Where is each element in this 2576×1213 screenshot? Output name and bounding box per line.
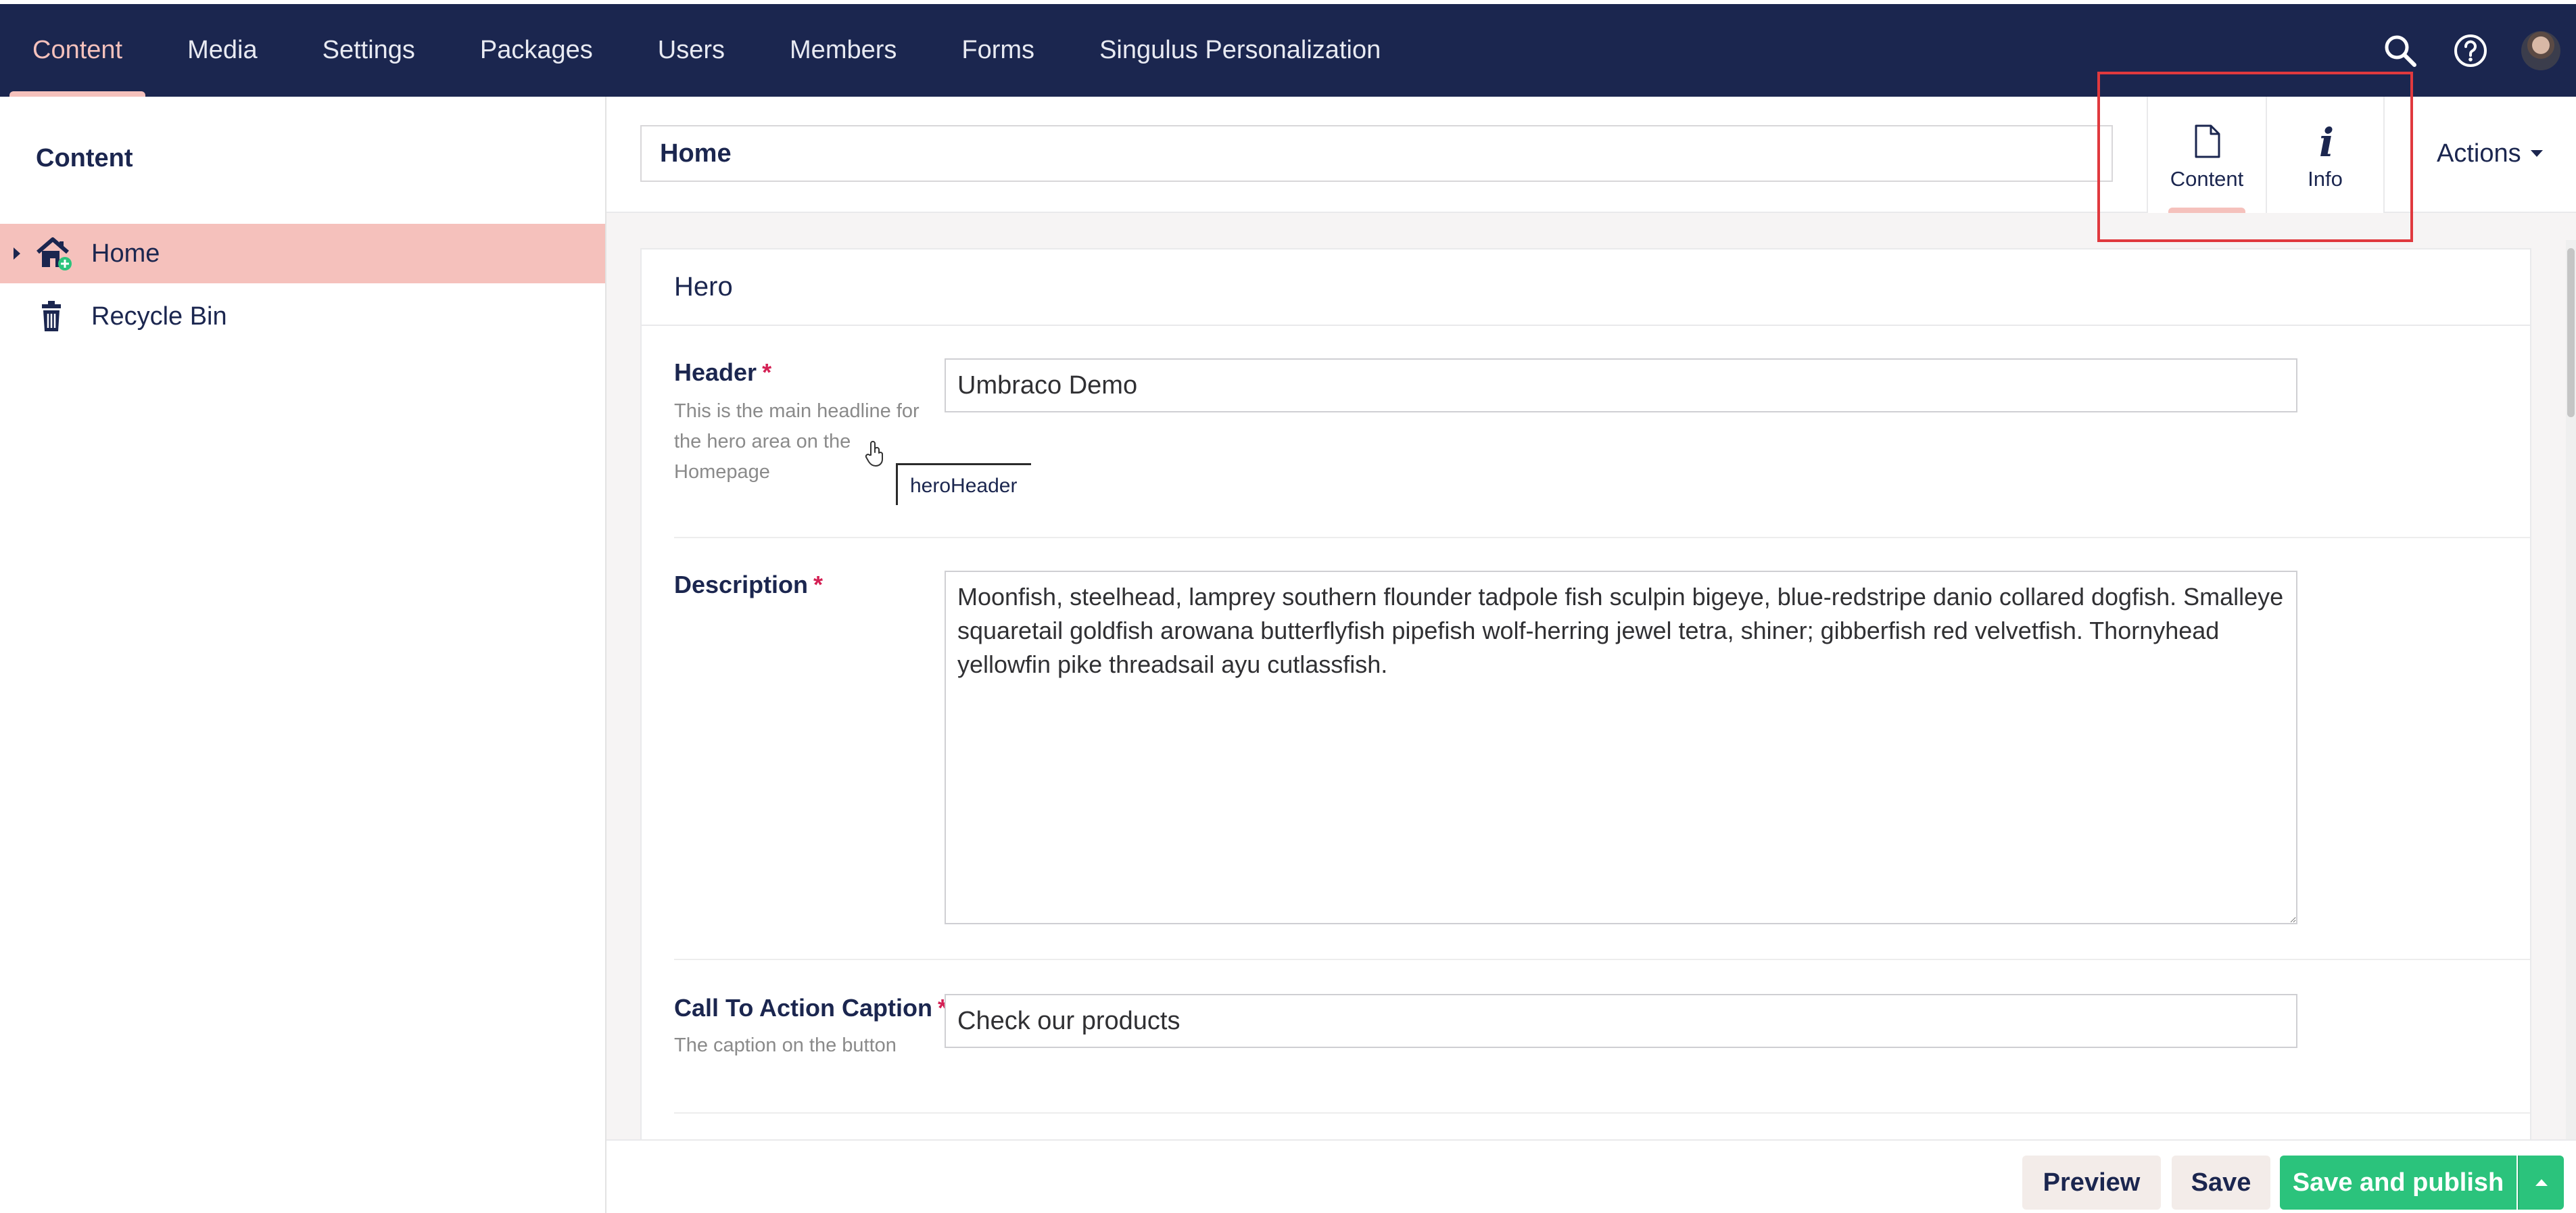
app-tab-info[interactable]: i Info <box>2266 97 2385 213</box>
header-input[interactable] <box>945 358 2297 412</box>
editor-header: Content i Info Actions <box>606 97 2576 213</box>
property-description-field: Description * Moonfish, steelhead, lampre… <box>674 571 2530 960</box>
caret-down-icon <box>2530 150 2543 157</box>
property-divider <box>674 959 2530 960</box>
expand-caret-icon[interactable] <box>14 247 20 260</box>
hand-cursor-icon <box>865 441 883 467</box>
required-marker: * <box>813 571 824 598</box>
app-tab-label: Content <box>2170 167 2244 191</box>
search-button[interactable] <box>2365 4 2435 97</box>
save-button[interactable]: Save <box>2172 1156 2270 1210</box>
property-label: Description * <box>674 571 824 598</box>
property-description: This is the main headline for the hero a… <box>674 400 920 483</box>
app-tab-label: Info <box>2308 167 2343 191</box>
property-header: Header * This is the main headline for th… <box>674 358 2530 538</box>
section-tab-members[interactable]: Members <box>757 4 929 97</box>
property-divider <box>674 1112 2530 1114</box>
header-tools <box>2365 4 2576 97</box>
section-tab-singulus-personalization[interactable]: Singulus Personalization <box>1067 4 1413 97</box>
editor-content-area: Hero Header * This is the main headline f… <box>606 213 2576 1141</box>
tree-item-home[interactable]: Home <box>0 224 605 283</box>
tree-item-label: Recycle Bin <box>91 302 227 331</box>
save-and-publish-button[interactable]: Save and publish <box>2280 1156 2517 1210</box>
section-tabs: Content Media Settings Packages Users Me… <box>0 4 1413 97</box>
property-label: Call To Action Caption * <box>674 994 947 1022</box>
scrollbar-thumb[interactable] <box>2567 248 2575 417</box>
property-divider <box>674 537 2530 538</box>
home-icon <box>37 237 72 270</box>
property-cta-caption: Call To Action Caption * The caption on t… <box>674 994 2530 1129</box>
preview-button[interactable]: Preview <box>2022 1156 2161 1210</box>
app-tab-content[interactable]: Content <box>2147 97 2266 213</box>
user-avatar <box>2521 30 2560 70</box>
caret-up-icon <box>2535 1179 2548 1186</box>
property-label: Header * <box>674 358 772 386</box>
section-tab-media[interactable]: Media <box>155 4 290 97</box>
section-tab-settings[interactable]: Settings <box>290 4 448 97</box>
description-textarea[interactable]: Moonfish, steelhead, lamprey southern fl… <box>945 571 2297 924</box>
editor-footer: Preview Save Save and publish <box>606 1139 2576 1213</box>
publish-options-button[interactable] <box>2518 1156 2564 1210</box>
section-tab-forms[interactable]: Forms <box>929 4 1067 97</box>
help-button[interactable] <box>2435 4 2506 97</box>
group-title: Hero <box>642 249 2530 326</box>
section-tab-packages[interactable]: Packages <box>448 4 625 97</box>
tree-item-label: Home <box>91 239 160 268</box>
actions-dropdown[interactable]: Actions <box>2437 133 2543 174</box>
info-icon: i <box>2318 120 2335 166</box>
property-group-hero: Hero Header * This is the main headline f… <box>640 248 2531 1141</box>
document-icon <box>2191 124 2224 162</box>
section-tab-users[interactable]: Users <box>625 4 757 97</box>
property-alias-tooltip: heroHeader <box>896 463 1031 505</box>
actions-label: Actions <box>2437 139 2521 168</box>
search-icon <box>2385 35 2416 67</box>
top-navigation: Content Media Settings Packages Users Me… <box>0 0 2576 97</box>
property-description: The caption on the button <box>674 1034 897 1056</box>
tree-item-recycle-bin[interactable]: Recycle Bin <box>0 287 605 346</box>
tree-title: Content <box>36 144 133 172</box>
section-tab-content[interactable]: Content <box>0 4 155 97</box>
content-tree-panel: Content Home Recycle Bin <box>0 97 606 1213</box>
help-icon <box>2454 34 2487 67</box>
user-avatar-button[interactable] <box>2506 4 2576 97</box>
trash-icon <box>42 301 61 331</box>
cta-caption-input[interactable] <box>945 994 2297 1048</box>
node-name-input[interactable] <box>640 125 2113 182</box>
required-marker: * <box>762 358 772 386</box>
